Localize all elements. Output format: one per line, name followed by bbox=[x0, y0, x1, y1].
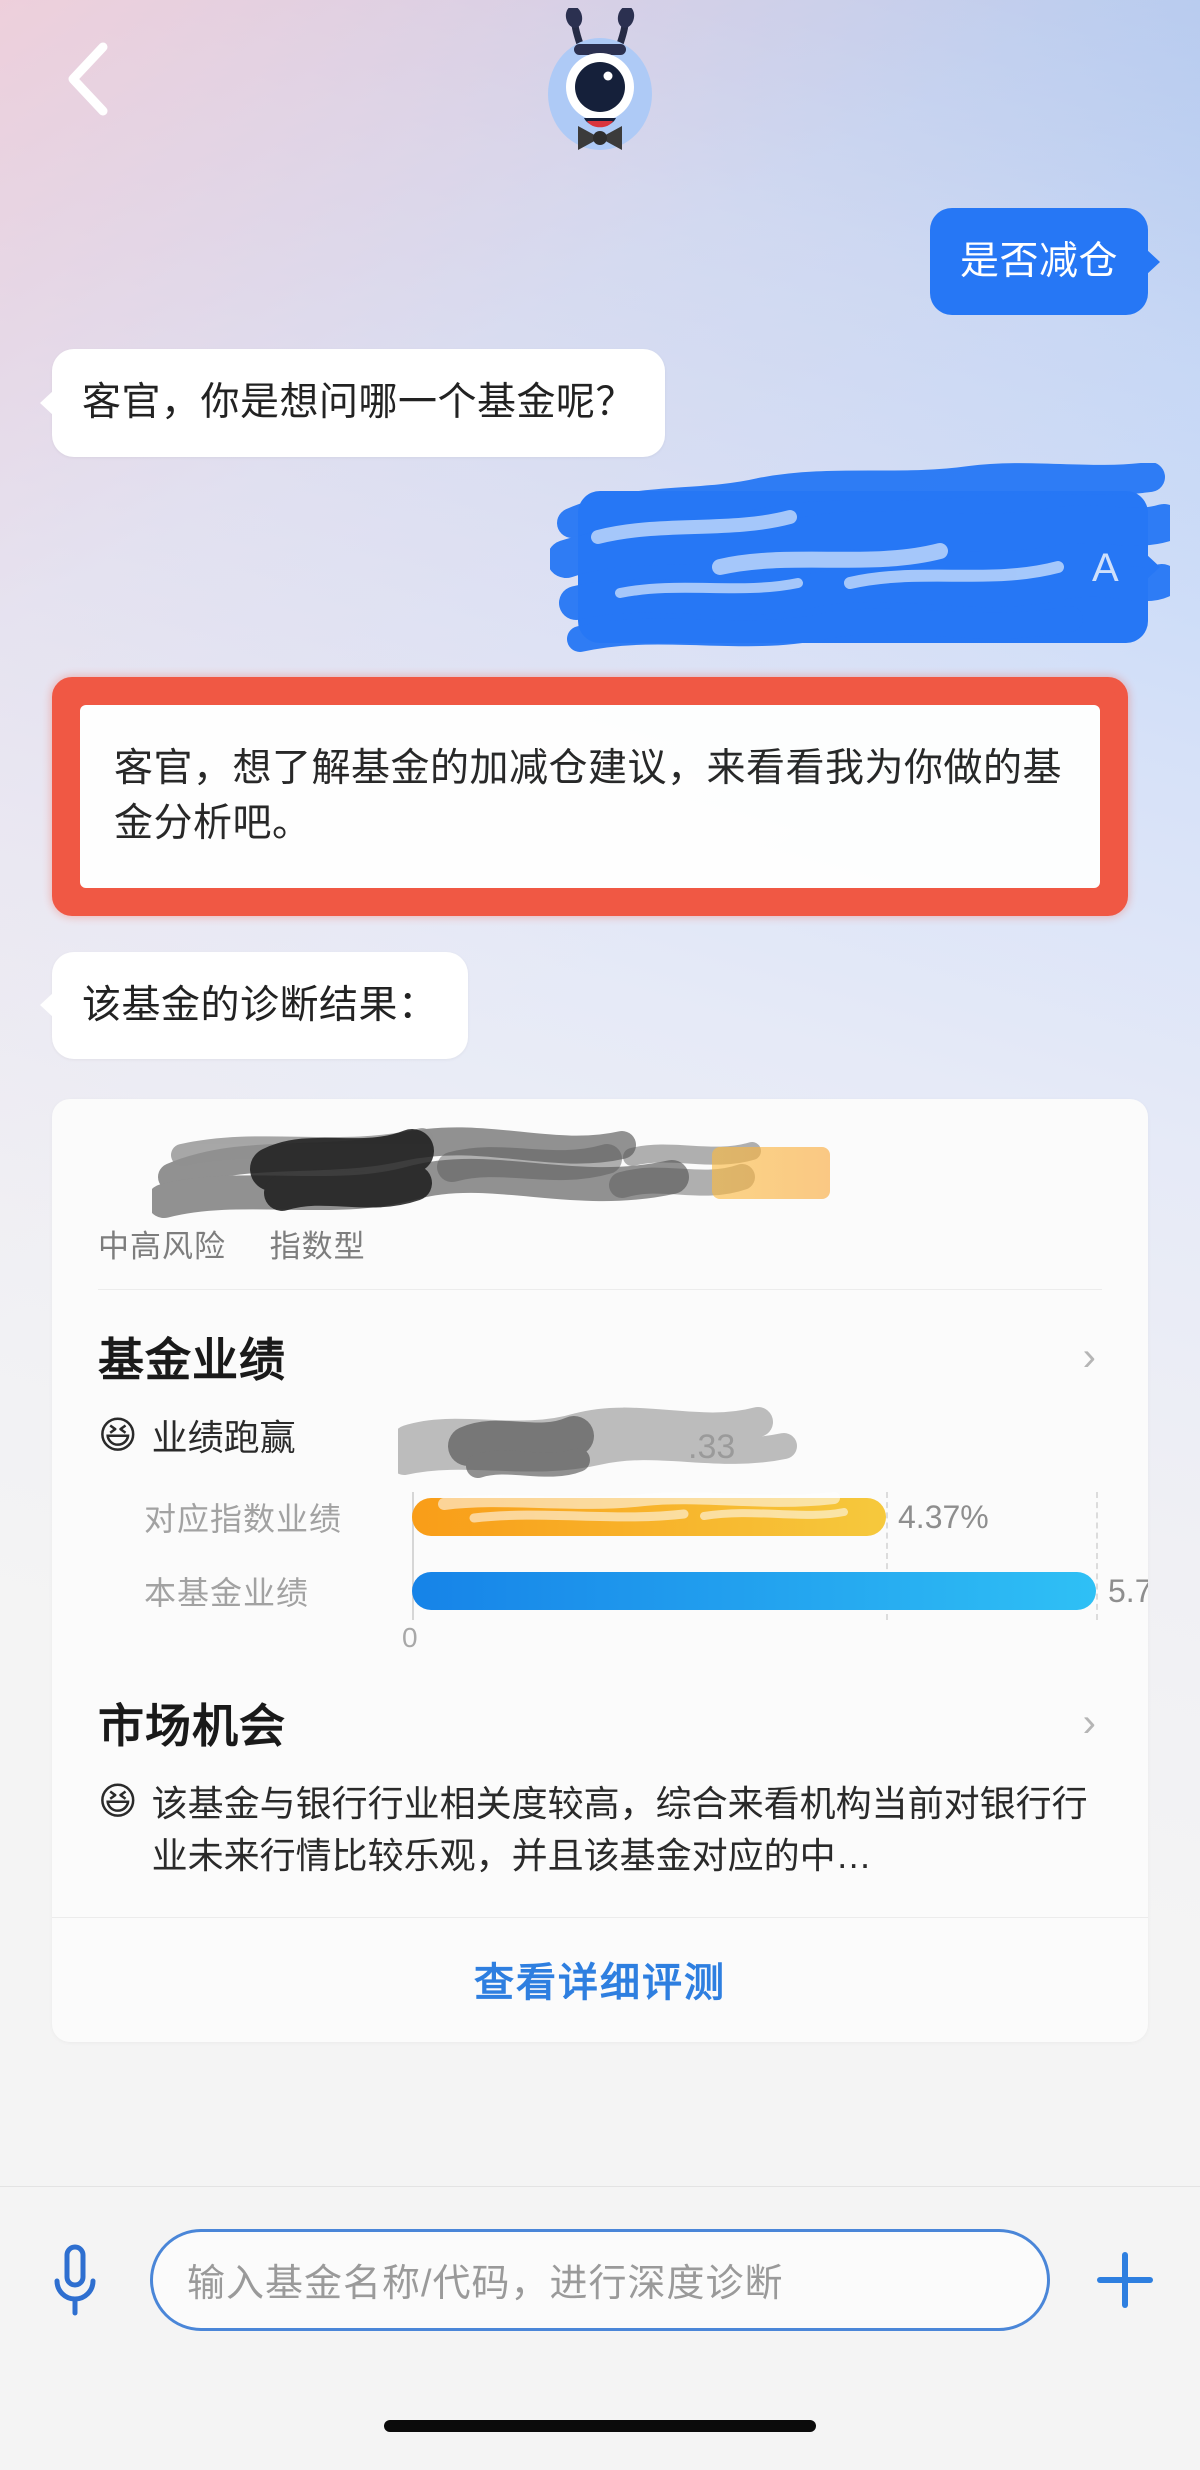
performance-insight: 😆 业绩跑赢 .33 bbox=[98, 1406, 1102, 1478]
section-header[interactable]: 市场机会 › bbox=[98, 1690, 1102, 1756]
fund-tag-risk: 中高风险 bbox=[98, 1228, 226, 1264]
opportunity-insight-text: 该基金与银行行业相关度较高，综合来看机构当前对银行行业未来行情比较乐观，并且该基… bbox=[151, 1782, 1088, 1876]
laughing-emoji-icon: 😆 bbox=[98, 1780, 138, 1823]
section-title-performance: 基金业绩 bbox=[98, 1333, 286, 1386]
section-fund-performance[interactable]: 基金业绩 › 😆 业绩跑赢 .33 0 对应指数业绩 4.37% 本基金业绩 5… bbox=[52, 1290, 1148, 1684]
fund-tags: 中高风险 指数型 bbox=[98, 1221, 400, 1266]
chart-origin-label: 0 bbox=[402, 1621, 418, 1653]
svg-text:.33: .33 bbox=[688, 1428, 735, 1466]
chart-bar-track: 5.70% bbox=[412, 1564, 1148, 1618]
view-detailed-report-link[interactable]: 查看详细评测 bbox=[474, 1961, 726, 2005]
chevron-right-icon[interactable]: › bbox=[1083, 1703, 1102, 1743]
chart-bar-row-fund: 本基金业绩 5.70% bbox=[144, 1564, 1148, 1618]
chart-bar-track: 4.37% bbox=[412, 1490, 1056, 1544]
bot-message-bubble-highlighted[interactable]: 客官，想了解基金的加减仓建议，来看看我为你做的基金分析吧。 bbox=[80, 704, 1100, 888]
chart-bar-row-index: 对应指数业绩 4.37% bbox=[144, 1490, 1056, 1544]
message-text: 是否减仓 bbox=[959, 240, 1118, 283]
add-attachment-button[interactable] bbox=[1050, 2247, 1200, 2313]
home-indicator-area bbox=[0, 2372, 1200, 2470]
bot-message-bubble[interactable]: 客官，你是想问哪一个基金呢？ bbox=[52, 349, 666, 457]
chart-bar-value-index: 4.37% bbox=[898, 1498, 989, 1535]
fund-diagnosis-card[interactable]: 中高风险 指数型 基金业绩 › 😆 业绩跑赢 .33 0 对应指数业绩 4.37… bbox=[52, 1098, 1148, 2043]
message-text: 客官，想了解基金的加减仓建议，来看看我为你做的基金分析吧。 bbox=[114, 746, 1063, 846]
message-list: 是否减仓 客官，你是想问哪一个基金呢？ A 客官，想了解基金的加减仓建议，来看看… bbox=[0, 190, 1200, 2043]
message-row-bot-highlighted: 客官，想了解基金的加减仓建议，来看看我为你做的基金分析吧。 bbox=[0, 676, 1200, 916]
microphone-icon bbox=[54, 2244, 96, 2315]
chart-plot-area: 0 对应指数业绩 4.37% 本基金业绩 5.7 bbox=[144, 1484, 1148, 1654]
chat-input-bar: 输入基金名称/代码，进行深度诊断 bbox=[0, 2186, 1200, 2372]
message-text: 客官，你是想问哪一个基金呢？ bbox=[82, 381, 636, 425]
section-header[interactable]: 基金业绩 › bbox=[98, 1324, 1102, 1390]
highlight-box: 客官，想了解基金的加减仓建议，来看看我为你做的基金分析吧。 bbox=[52, 676, 1128, 916]
message-row-user: 是否减仓 bbox=[0, 208, 1200, 316]
chart-bar-value-fund: 5.70% bbox=[1108, 1572, 1148, 1609]
svg-text:A: A bbox=[1092, 546, 1119, 590]
voice-input-button[interactable] bbox=[0, 2241, 150, 2319]
redaction-scribble-icon: A bbox=[550, 462, 1170, 652]
plus-icon bbox=[1097, 2251, 1153, 2308]
mascot-icon bbox=[548, 6, 652, 150]
chevron-left-icon bbox=[68, 42, 108, 116]
laughing-emoji-icon: 😆 bbox=[98, 1414, 138, 1457]
performance-bar-chart: 0 对应指数业绩 4.37% 本基金业绩 5.7 bbox=[98, 1464, 1148, 1674]
chart-gridline-fund bbox=[1096, 1491, 1098, 1620]
chart-bar-fund bbox=[412, 1571, 1096, 1610]
fund-tag-type: 指数型 bbox=[269, 1228, 366, 1264]
search-input[interactable]: 输入基金名称/代码，进行深度诊断 bbox=[150, 2228, 1050, 2331]
app-header bbox=[0, 0, 1200, 190]
user-message-bubble[interactable]: 是否减仓 bbox=[929, 208, 1148, 316]
fund-badge bbox=[712, 1146, 830, 1199]
message-text: 该基金的诊断结果： bbox=[82, 983, 438, 1027]
section-market-opportunity[interactable]: 市场机会 › 😆 该基金与银行行业相关度较高，综合来看机构当前对银行行业未来行情… bbox=[52, 1684, 1148, 1892]
home-indicator bbox=[384, 2420, 816, 2432]
opportunity-insight: 😆 该基金与银行行业相关度较高，综合来看机构当前对银行行业未来行情比较乐观，并且… bbox=[98, 1778, 1102, 1882]
search-input-placeholder: 输入基金名称/代码，进行深度诊断 bbox=[187, 2263, 784, 2305]
chevron-right-icon[interactable]: › bbox=[1083, 1337, 1102, 1377]
assistant-mascot-avatar[interactable] bbox=[520, 6, 680, 183]
message-row-bot: 客官，你是想问哪一个基金呢？ bbox=[0, 349, 1200, 457]
section-title-opportunity: 市场机会 bbox=[98, 1699, 286, 1752]
fund-header: 中高风险 指数型 bbox=[52, 1099, 1148, 1289]
back-button[interactable] bbox=[46, 36, 132, 122]
chart-bar-label-index: 对应指数业绩 bbox=[144, 1500, 343, 1537]
message-row-user-redacted: A bbox=[0, 462, 1200, 652]
fund-name-redaction-icon bbox=[152, 1127, 761, 1218]
bot-message-bubble[interactable]: 该基金的诊断结果： bbox=[52, 951, 468, 1059]
user-message-bubble-redacted[interactable]: A bbox=[550, 462, 1170, 652]
card-footer: 查看详细评测 bbox=[52, 1917, 1148, 2042]
message-row-bot-diagnosis-label: 该基金的诊断结果： bbox=[0, 951, 1200, 1059]
chart-bar-label-fund: 本基金业绩 bbox=[144, 1574, 310, 1611]
chat-screen: 是否减仓 客官，你是想问哪一个基金呢？ A 客官，想了解基金的加减仓建议，来看看… bbox=[0, 0, 1200, 2470]
chart-bar-index bbox=[412, 1497, 886, 1536]
